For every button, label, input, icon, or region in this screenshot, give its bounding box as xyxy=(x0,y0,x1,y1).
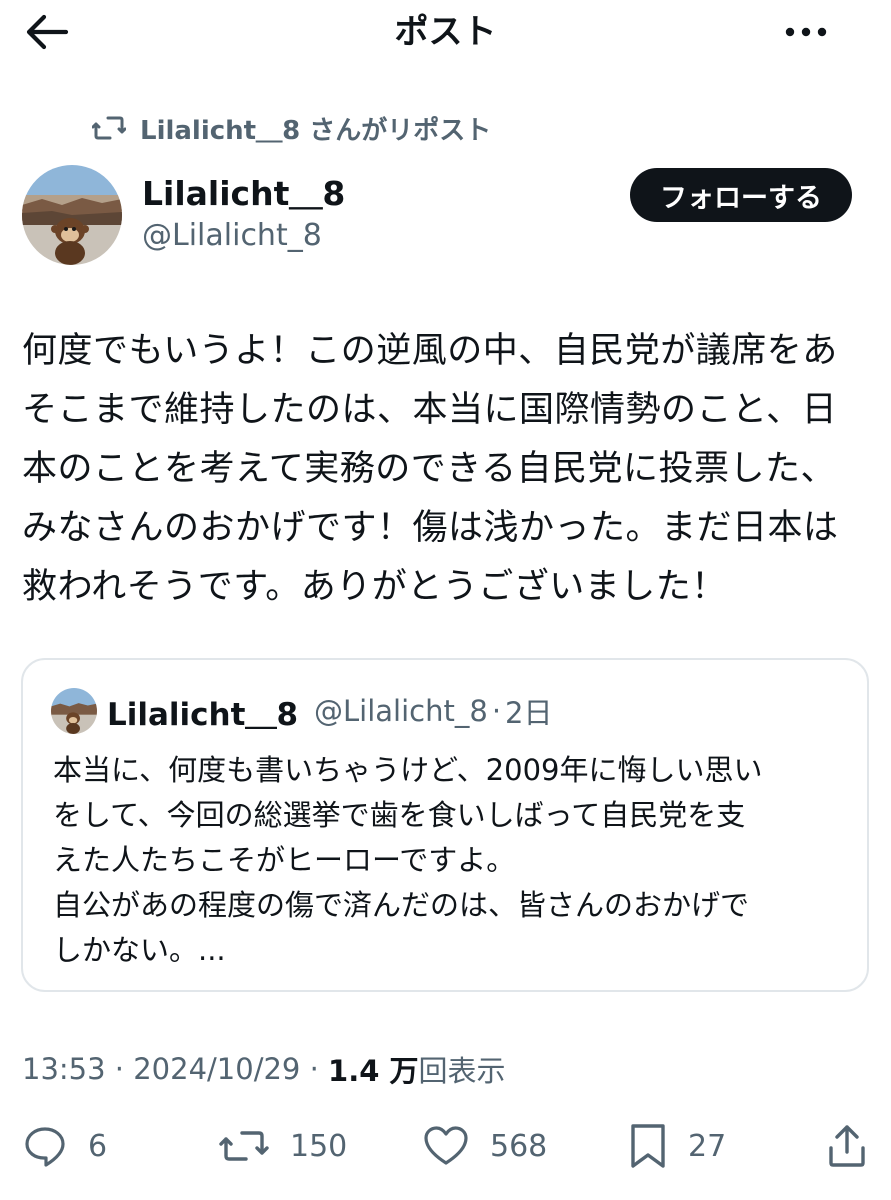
more-dots-icon xyxy=(785,27,827,37)
quoted-text-line: しかない。... xyxy=(53,933,226,967)
repost-label: Lilalicht＿8 さんがリポスト xyxy=(140,115,492,146)
quoted-text-line: をして、今回の総選挙で歯を食いしばって自民党を支 xyxy=(53,798,746,832)
quoted-post-header: Lilalicht＿8 @Lilalicht_8 · 2日 xyxy=(107,688,553,734)
bookmark-button[interactable]: 27 xyxy=(628,1120,726,1172)
post-meta: 13:53 · 2024/10/29 · 1.4 万回表示 xyxy=(22,1046,506,1092)
quoted-avatar xyxy=(51,688,97,734)
meta-separator: · xyxy=(105,1052,134,1086)
page-title: ポスト xyxy=(394,12,497,52)
repost-icon xyxy=(92,116,126,140)
quoted-text-line: えた人たちこそがヒーローですよ。 xyxy=(53,843,516,877)
quoted-post-card[interactable]: Lilalicht＿8 @Lilalicht_8 · 2日 本当に、何度も書いち… xyxy=(21,658,869,992)
bookmark-count: 27 xyxy=(688,1128,727,1164)
repost-count: 150 xyxy=(290,1128,348,1164)
quoted-author-name: Lilalicht＿8 xyxy=(107,696,299,733)
heart-icon xyxy=(424,1126,468,1165)
follow-button[interactable]: フォローする xyxy=(630,168,852,222)
quoted-separator: · xyxy=(491,694,502,728)
meta-separator: · xyxy=(300,1052,329,1086)
author-handle[interactable]: @Lilalicht_8 xyxy=(142,215,322,257)
post-text-line: そこまで維持したのは、本当に国際情勢のこと、日 xyxy=(22,390,838,430)
share-icon xyxy=(829,1125,865,1167)
post-text: 何度でもいうよ！この逆風の中、自民党が議席をあ そこまで維持したのは、本当に国際… xyxy=(22,322,872,617)
bookmark-icon xyxy=(631,1124,665,1168)
quoted-text-line: 本当に、何度も書いちゃうけど、2009年に悔しい思い xyxy=(53,753,763,787)
post-text-line: みなさんのおかげです！傷は浅かった。まだ日本は xyxy=(22,508,839,548)
repost-button[interactable]: 150 xyxy=(218,1120,347,1172)
views-count[interactable]: 1.4 万 xyxy=(328,1048,418,1090)
quoted-text-line: 自公があの程度の傷で済んだのは、皆さんのおかげで xyxy=(53,888,750,922)
quoted-time: 2日 xyxy=(505,696,553,730)
post-text-line: 何度でもいうよ！この逆風の中、自民党が議席をあ xyxy=(22,331,838,371)
more-button[interactable] xyxy=(780,12,832,52)
views-label: 回表示 xyxy=(418,1054,506,1088)
like-count: 568 xyxy=(490,1128,548,1164)
quoted-post-text: 本当に、何度も書いちゃうけど、2009年に悔しい思い をして、今回の総選挙で歯を… xyxy=(53,748,853,973)
quoted-author-handle: @Lilalicht_8 xyxy=(314,694,488,728)
top-bar: ポスト xyxy=(0,0,891,66)
avatar[interactable] xyxy=(22,165,122,265)
repost-context[interactable]: Lilalicht＿8 さんがリポスト xyxy=(92,108,491,148)
like-button[interactable]: 568 xyxy=(422,1120,547,1172)
post-time: 13:53 xyxy=(22,1052,106,1086)
author-name[interactable]: Lilalicht＿8 xyxy=(142,172,345,216)
reply-icon xyxy=(25,1127,65,1167)
post-date: 2024/10/29 xyxy=(133,1052,301,1086)
post-text-line: 救われそうです。ありがとうございました！ xyxy=(22,567,727,607)
post-text-line: 本のことを考えて実務のできる自民党に投票した、 xyxy=(22,449,837,489)
repost-icon xyxy=(219,1131,269,1161)
share-button[interactable] xyxy=(824,1120,870,1172)
reply-button[interactable]: 6 xyxy=(22,1120,107,1172)
reply-count: 6 xyxy=(88,1128,108,1164)
divider xyxy=(0,1108,891,1109)
